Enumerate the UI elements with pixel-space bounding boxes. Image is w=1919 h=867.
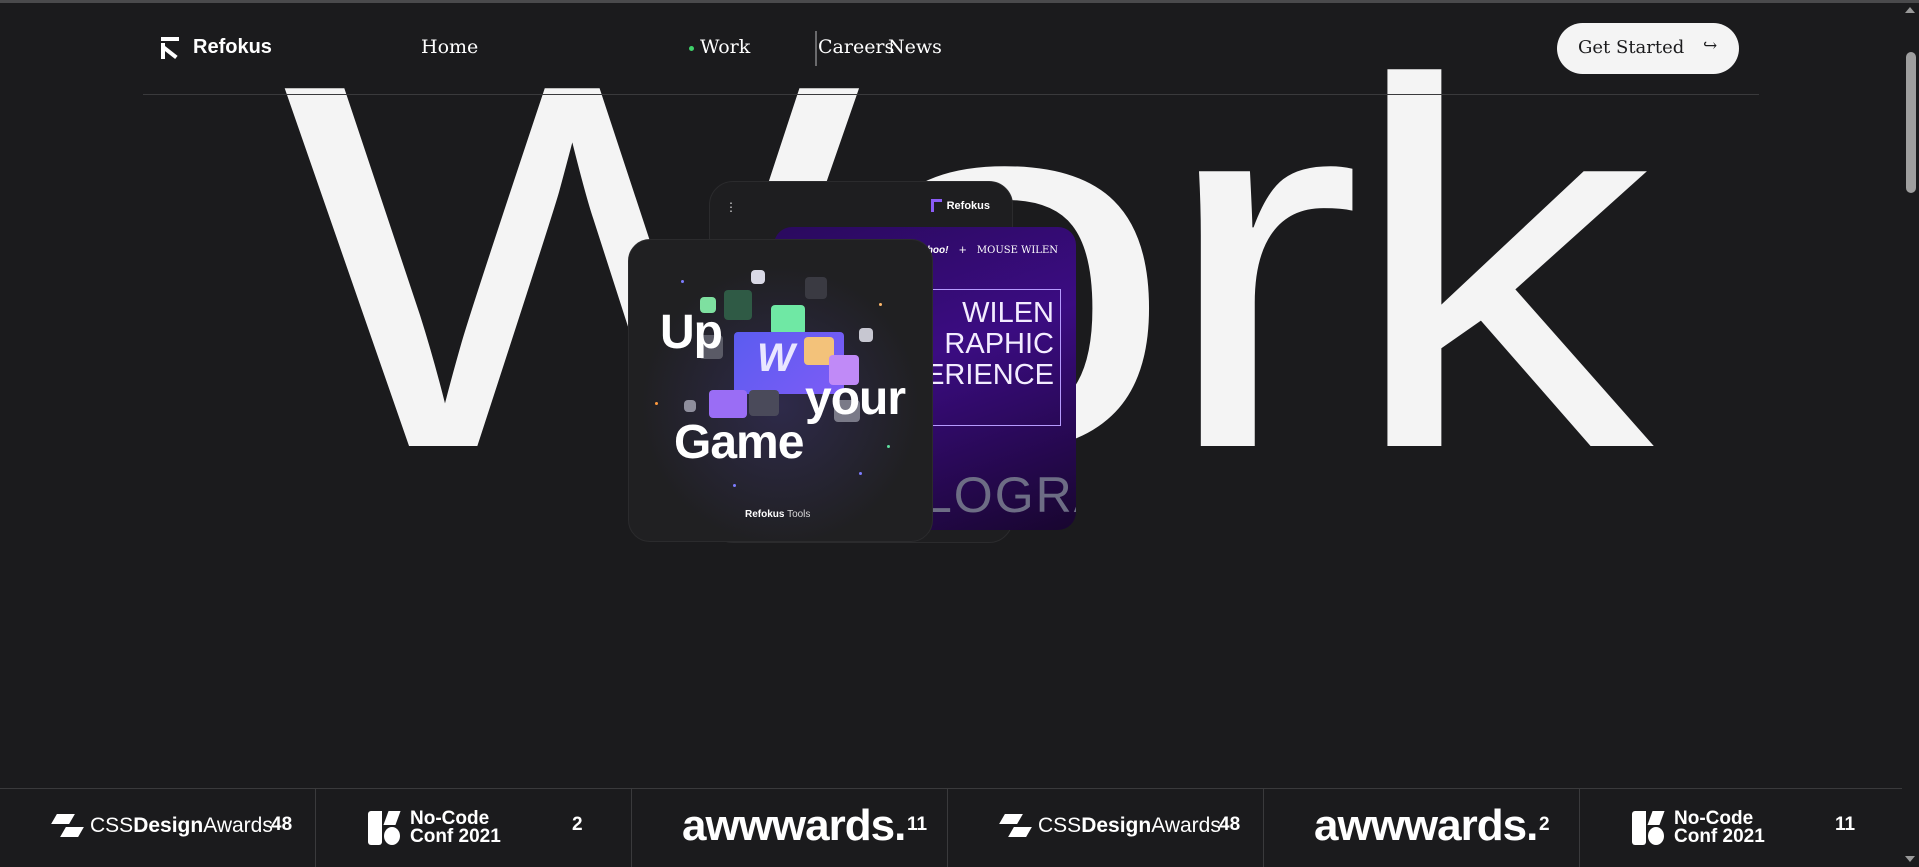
cube-shape bbox=[859, 328, 873, 342]
scrollbar-thumb[interactable] bbox=[1906, 52, 1916, 193]
game-line-1: Up bbox=[660, 306, 723, 359]
get-started-button[interactable]: Get Started ↪ bbox=[1557, 23, 1739, 74]
nocode-line-2: Conf 2021 bbox=[410, 826, 501, 847]
purple-bottom-text: LOGRA bbox=[924, 467, 1076, 523]
partner-separator: + bbox=[958, 245, 967, 256]
game-line-2: your bbox=[805, 372, 906, 425]
cube-shape bbox=[805, 277, 827, 299]
award-cssda[interactable]: CSSDesignAwards 48 bbox=[0, 789, 316, 867]
game-footer-brand: Refokus bbox=[745, 509, 785, 520]
award-count: 48 bbox=[271, 814, 293, 835]
awards-bar: CSSDesignAwards 48 No-Code Conf 2021 2 a… bbox=[0, 788, 1902, 867]
cssda-awards: Awards bbox=[203, 814, 273, 837]
purple-line-1: WILEN bbox=[962, 297, 1054, 329]
phone-brand: Refokus bbox=[946, 199, 990, 212]
refokus-logo-icon bbox=[930, 199, 942, 212]
award-count: 11 bbox=[1835, 814, 1856, 835]
sparkle bbox=[733, 484, 736, 487]
nav-work[interactable]: Work bbox=[700, 36, 750, 58]
cube-shape bbox=[684, 400, 696, 412]
logo-text: Refokus bbox=[193, 36, 272, 58]
mouse-wilen-logo: MOUSE WILEN bbox=[976, 245, 1058, 256]
sparkle bbox=[681, 280, 684, 283]
sparkle bbox=[859, 472, 862, 475]
game-footer: Refokus Tools bbox=[745, 509, 810, 520]
award-count: 48 bbox=[1219, 814, 1241, 835]
cssda-design: Design bbox=[133, 814, 204, 837]
cube-shape bbox=[709, 390, 747, 418]
award-cssda[interactable]: CSSDesignAwards 48 bbox=[948, 789, 1264, 867]
sparkle bbox=[879, 303, 882, 306]
game-line-3: Game bbox=[674, 416, 804, 469]
sparkle bbox=[887, 445, 890, 448]
scroll-down-arrow-icon[interactable] bbox=[1905, 856, 1915, 862]
cssda-css: CSS bbox=[1038, 814, 1082, 837]
more-vertical-icon[interactable]: ⋮ bbox=[725, 200, 737, 214]
nav-careers[interactable]: Careers bbox=[818, 36, 894, 58]
cssda-css: CSS bbox=[90, 814, 134, 837]
work-card-up-your-game[interactable]: W Up your Game Refokus Tools bbox=[628, 239, 933, 542]
scroll-up-arrow-icon[interactable] bbox=[1905, 7, 1915, 13]
purple-line-2: RAPHIC bbox=[944, 328, 1054, 360]
sparkle bbox=[655, 402, 658, 405]
cube-shape bbox=[771, 305, 805, 335]
page-scrollbar[interactable] bbox=[1902, 3, 1919, 866]
awwwards-logo: awwwards. bbox=[1314, 801, 1538, 851]
arrow-return-right-icon: ↪ bbox=[1703, 36, 1718, 56]
awwwards-wordmark: awwwards. bbox=[682, 801, 906, 850]
get-started-label: Get Started bbox=[1578, 37, 1685, 58]
nocode-logo: No-Code Conf 2021 bbox=[1632, 809, 1765, 847]
cube-shape bbox=[724, 290, 752, 320]
refokus-logo-icon bbox=[161, 36, 181, 59]
cube-shape bbox=[749, 390, 779, 416]
award-awwwards[interactable]: awwwards. 2 bbox=[1264, 789, 1580, 867]
nocode-logo: No-Code Conf 2021 bbox=[368, 809, 501, 847]
nocode-line-2: Conf 2021 bbox=[1674, 826, 1765, 847]
award-nocode[interactable]: No-Code Conf 2021 2 bbox=[316, 789, 632, 867]
award-count: 11 bbox=[907, 814, 928, 835]
cssda-logo: CSSDesignAwards bbox=[51, 811, 273, 841]
award-count: 2 bbox=[572, 814, 583, 835]
phone-logo: Refokus bbox=[930, 199, 990, 212]
cssda-design: Design bbox=[1081, 814, 1152, 837]
award-awwwards[interactable]: awwwards. 11 bbox=[632, 789, 948, 867]
cssda-icon bbox=[51, 811, 84, 841]
cssda-logo: CSSDesignAwards bbox=[999, 811, 1221, 841]
site-header: Refokus Home Work Careers News Get Start… bbox=[143, 0, 1759, 95]
awwwards-wordmark: awwwards. bbox=[1314, 801, 1538, 850]
cssda-icon bbox=[999, 811, 1032, 841]
webflow-badge: W bbox=[757, 336, 795, 380]
nocode-icon bbox=[368, 811, 401, 845]
award-count: 2 bbox=[1539, 814, 1550, 835]
purple-partners: yahoo! + MOUSE WILEN bbox=[916, 245, 1058, 256]
nav-divider bbox=[815, 31, 817, 66]
nav-news[interactable]: News bbox=[888, 36, 942, 58]
nocode-icon bbox=[1632, 811, 1665, 845]
cssda-awards: Awards bbox=[1151, 814, 1221, 837]
nav-home[interactable]: Home bbox=[421, 36, 478, 58]
award-nocode[interactable]: No-Code Conf 2021 11 bbox=[1580, 789, 1902, 867]
awwwards-logo: awwwards. bbox=[682, 801, 906, 851]
logo[interactable]: Refokus bbox=[161, 36, 272, 59]
active-indicator-dot bbox=[689, 46, 694, 51]
game-footer-label: Tools bbox=[787, 509, 811, 520]
cube-shape bbox=[751, 270, 765, 284]
